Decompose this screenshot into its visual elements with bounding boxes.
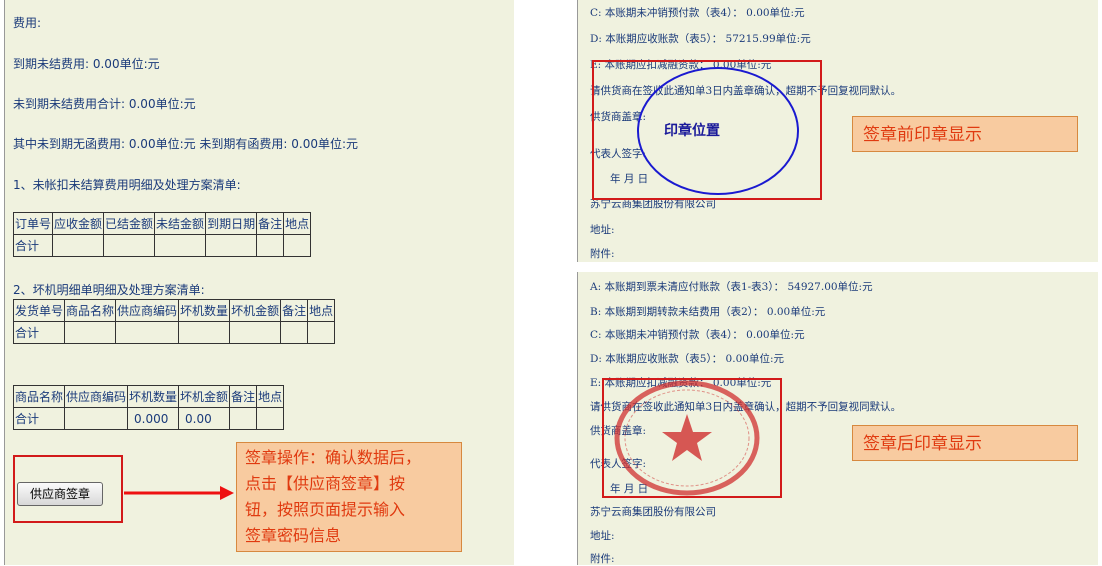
- section-2-title: 2、坏机明细单明细及处理方案清单:: [13, 283, 205, 297]
- table-header: 备注: [256, 212, 285, 235]
- supplier-sign-button[interactable]: 供应商签章: [17, 482, 103, 506]
- table-cell: 合计: [12, 407, 66, 430]
- address-label: 地址:: [590, 224, 615, 236]
- table-cell: [229, 407, 258, 430]
- damaged-goods-table: 发货单号 商品名称 供应商编码 坏机数量 坏机金额 备注 地点 合计: [12, 299, 336, 344]
- table-cell: 合计: [12, 234, 54, 257]
- unexpired-unsettled-total: 未到期未结费用合计: 0.00单位:元: [13, 97, 196, 111]
- table-header-row: 商品名称 供应商编码 坏机数量 坏机金额 备注 地点: [12, 385, 285, 408]
- table-row: 合计: [12, 321, 336, 344]
- table-header: 已结金额: [103, 212, 156, 235]
- account-line-c: C: 本账期未冲销预付款（表4）： 0.00单位:元: [590, 329, 805, 341]
- table-cell: [205, 234, 258, 257]
- account-line-a: A: 本账期到票未清应付账款（表1-表3）： 54927.00单位:元: [590, 281, 873, 293]
- table-cell: [280, 321, 309, 344]
- table-cell: [283, 234, 312, 257]
- table-cell: [64, 321, 117, 344]
- account-line-d: D: 本账期应收账款（表5）： 0.00单位:元: [590, 353, 784, 365]
- table-cell: 0.00: [178, 407, 231, 430]
- sign-instruction-callout: 签章操作：确认数据后， 点击【供应商签章】按 钮，按照页面提示输入 签章密码信息: [236, 442, 462, 552]
- table-cell: [64, 407, 129, 430]
- account-line-d: D: 本账期应收账款（表5）： 57215.99单位:元: [590, 33, 811, 45]
- table-header: 坏机金额: [229, 299, 282, 322]
- table-header: 应收金额: [52, 212, 105, 235]
- table-header: 备注: [280, 299, 309, 322]
- table-cell: [154, 234, 207, 257]
- table-header-row: 发货单号 商品名称 供应商编码 坏机数量 坏机金额 备注 地点: [12, 299, 336, 322]
- table-header-row: 订单号 应收金额 已结金额 未结金额 到期日期 备注 地点: [12, 212, 312, 235]
- table-header: 坏机数量: [127, 385, 180, 408]
- callout-line: 钮，按照页面提示输入: [245, 500, 406, 519]
- table-cell: [256, 407, 285, 430]
- table-header: 供应商编码: [115, 299, 180, 322]
- table-header: 地点: [307, 299, 336, 322]
- table-cell: [307, 321, 336, 344]
- after-sign-preview-panel: A: 本账期到票未清应付账款（表1-表3）： 54927.00单位:元 B: 本…: [577, 272, 1098, 565]
- callout-line: 点击【供应商签章】按: [245, 474, 406, 493]
- expired-unsettled-fee: 到期未结费用: 0.00单位:元: [13, 57, 160, 71]
- after-sign-callout: 签章后印章显示: [852, 425, 1078, 461]
- table-header: 到期日期: [205, 212, 258, 235]
- table-header: 坏机金额: [178, 385, 231, 408]
- attachment-label: 附件:: [590, 248, 615, 260]
- table-cell: [178, 321, 231, 344]
- company-name: 苏宁云商集团股份有限公司: [590, 506, 716, 518]
- table-header: 备注: [229, 385, 258, 408]
- section-1-title: 1、未帐扣未结算费用明细及处理方案清单:: [13, 178, 241, 192]
- table-header: 供应商编码: [64, 385, 129, 408]
- seal-area-highlight: [602, 378, 782, 498]
- unexpired-letter-fees: 其中未到期无函费用: 0.00单位:元 未到期有函费用: 0.00单位:元: [13, 137, 359, 151]
- damaged-summary-table: 商品名称 供应商编码 坏机数量 坏机金额 备注 地点 合计 0.000 0.00: [12, 385, 285, 430]
- table-header: 坏机数量: [178, 299, 231, 322]
- unsettled-fee-table: 订单号 应收金额 已结金额 未结金额 到期日期 备注 地点 合计: [12, 212, 312, 257]
- table-cell: [115, 321, 180, 344]
- table-header: 地点: [256, 385, 285, 408]
- table-cell: [103, 234, 156, 257]
- table-header: 商品名称: [64, 299, 117, 322]
- before-sign-callout: 签章前印章显示: [852, 116, 1078, 152]
- table-header: 地点: [283, 212, 312, 235]
- table-cell: 合计: [12, 321, 66, 344]
- fee-heading: 费用:: [13, 16, 42, 30]
- table-row: 合计: [12, 234, 312, 257]
- callout-line: 签章操作：确认数据后，: [245, 448, 422, 467]
- table-header: 未结金额: [154, 212, 207, 235]
- callout-line: 签章密码信息: [245, 526, 342, 545]
- table-row: 合计 0.000 0.00: [12, 407, 285, 430]
- table-header: 发货单号: [12, 299, 66, 322]
- arrow-right-icon: [124, 486, 234, 500]
- table-cell: [256, 234, 285, 257]
- table-cell: 0.000: [127, 407, 180, 430]
- attachment-label: 附件:: [590, 553, 615, 565]
- account-line-b: B: 本账期到期转款未结费用（表2）： 0.00单位:元: [590, 306, 826, 318]
- table-header: 商品名称: [12, 385, 66, 408]
- stamp-area-highlight: [592, 60, 822, 200]
- address-label: 地址:: [590, 530, 615, 542]
- table-cell: [52, 234, 105, 257]
- table-header: 订单号: [12, 212, 54, 235]
- table-cell: [229, 321, 282, 344]
- account-line-c: C: 本账期未冲销预付款（表4）： 0.00单位:元: [590, 7, 805, 19]
